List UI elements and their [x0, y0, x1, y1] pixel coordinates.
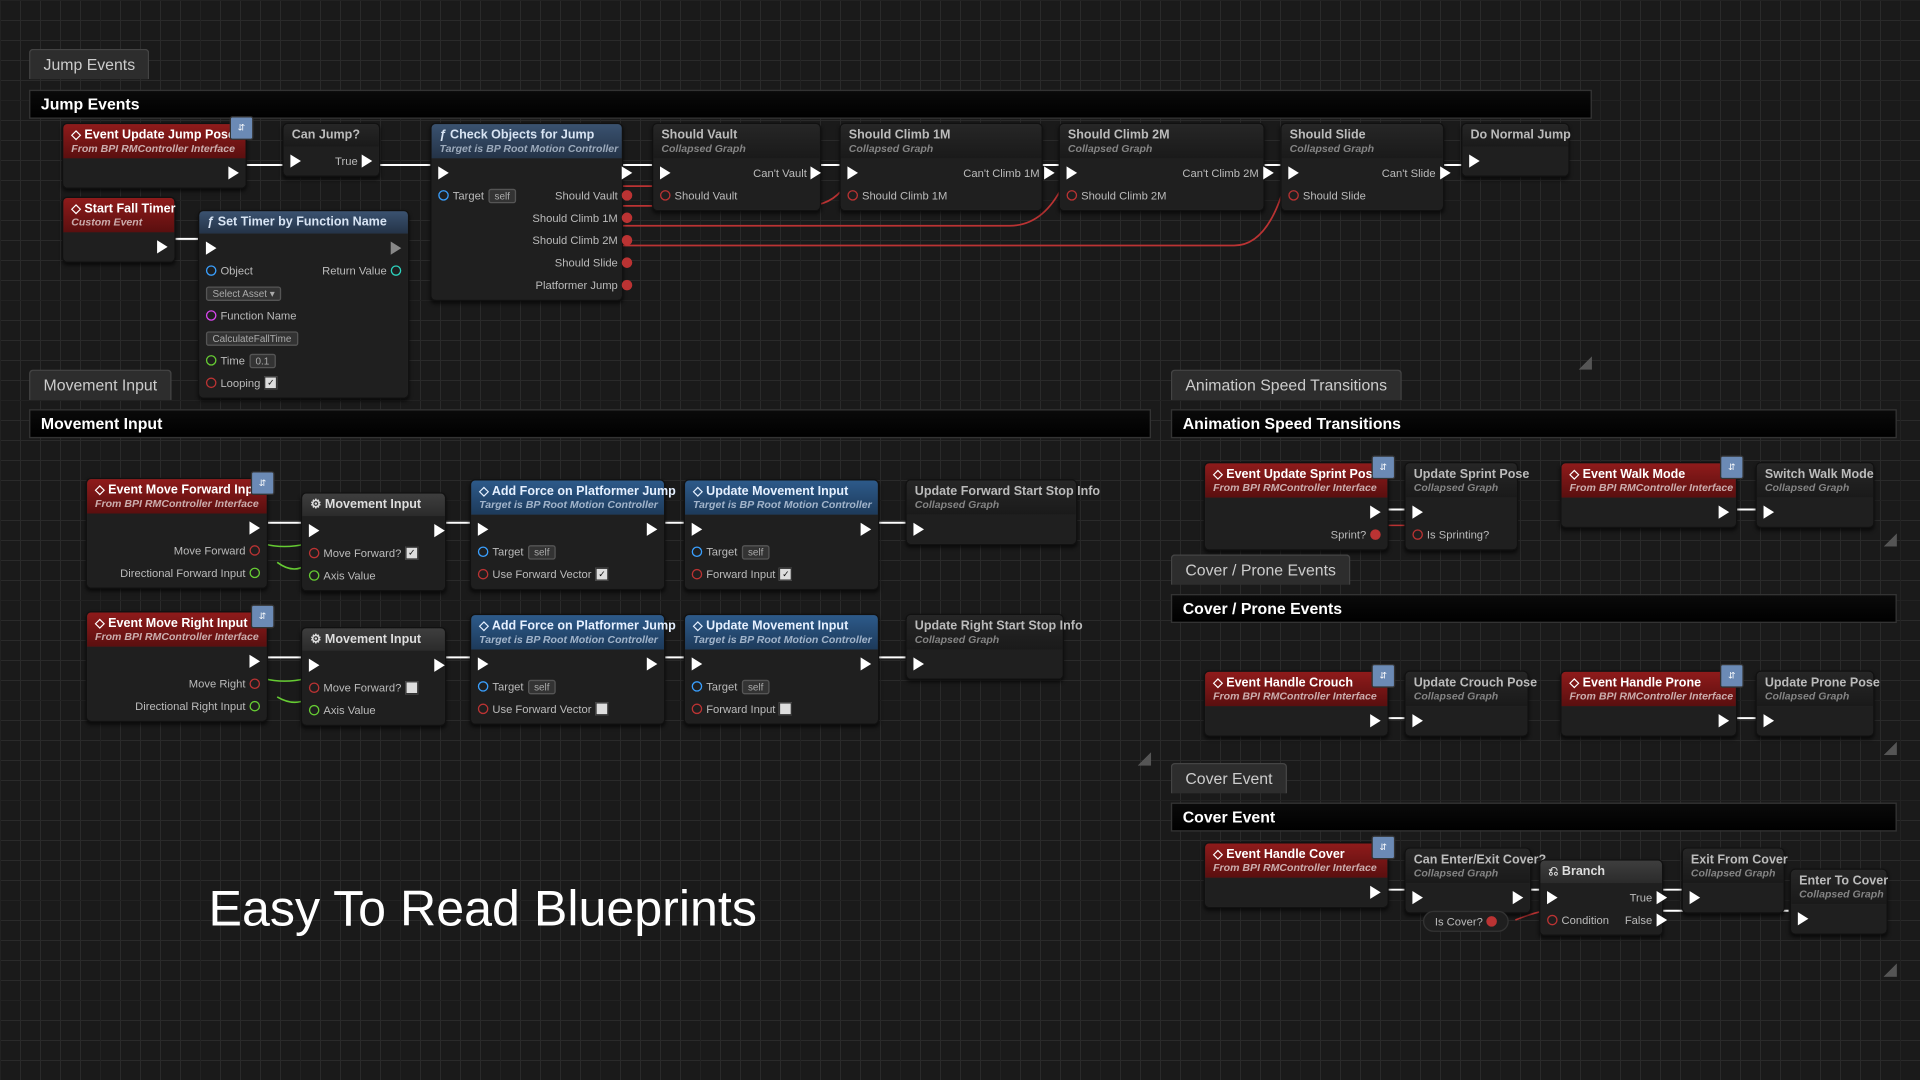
out-pin[interactable] [622, 213, 633, 224]
node-do-normal-jump[interactable]: Do Normal Jump [1461, 123, 1569, 177]
node-add-force-platformer-jump-rt[interactable]: ◇ Add Force on Platformer JumpTarget is … [470, 614, 665, 725]
node-update-movement-input-rt[interactable]: ◇ Update Movement InputTarget is BP Root… [684, 614, 879, 725]
out-pin[interactable] [622, 190, 633, 201]
interface-badge-icon: ⇵ [1720, 455, 1744, 479]
section-header-cover-event: Cover Event [1171, 803, 1897, 832]
tab-jump-events[interactable]: Jump Events [29, 49, 150, 79]
node-event-handle-crouch[interactable]: ⇵ ◇ Event Handle CrouchFrom BPI RMContro… [1204, 671, 1389, 737]
target-pin[interactable] [438, 190, 449, 201]
node-start-fall-timer[interactable]: ◇ Start Fall TimerCustom Event [62, 197, 176, 263]
node-event-update-jump-pose[interactable]: ⇵ ◇ Event Update Jump PoseFrom BPI RMCon… [62, 123, 247, 189]
out-pin[interactable] [622, 280, 633, 291]
interface-badge-icon: ⇵ [230, 116, 254, 140]
interface-badge-icon: ⇵ [1371, 664, 1395, 688]
interface-badge-icon: ⇵ [251, 605, 275, 629]
node-branch[interactable]: ⎌ Branch Condition True False [1539, 859, 1663, 936]
node-should-slide[interactable]: Should SlideCollapsed Graph Should Slide… [1280, 123, 1444, 211]
node-movement-input-rt[interactable]: ⚙ Movement Input Move Forward? Axis Valu… [301, 627, 446, 726]
node-update-movement-input-fwd[interactable]: ◇ Update Movement InputTarget is BP Root… [684, 479, 879, 590]
exec-in-pin[interactable] [290, 154, 301, 167]
checkbox-icon[interactable]: ✓ [264, 376, 277, 389]
resize-handle[interactable] [1579, 356, 1592, 369]
caption-text: Easy To Read Blueprints [209, 882, 757, 939]
node-switch-walk-mode[interactable]: Switch Walk ModeCollapsed Graph [1756, 462, 1875, 528]
resize-handle[interactable] [1138, 752, 1151, 765]
interface-badge-icon: ⇵ [1720, 664, 1744, 688]
exec-in-pin[interactable] [438, 166, 449, 179]
node-should-climb-1m[interactable]: Should Climb 1MCollapsed Graph Should Cl… [840, 123, 1043, 211]
node-is-cover[interactable]: Is Cover? [1423, 911, 1509, 932]
interface-badge-icon: ⇵ [1371, 836, 1395, 860]
node-event-move-forward-input[interactable]: ⇵ ◇ Event Move Forward InputFrom BPI RMC… [86, 478, 268, 589]
out-pin[interactable] [622, 235, 633, 246]
node-update-fwd-start-stop[interactable]: Update Forward Start Stop InfoCollapsed … [906, 479, 1078, 545]
node-should-vault[interactable]: Should VaultCollapsed Graph Should Vault… [652, 123, 821, 211]
node-event-walk-mode[interactable]: ⇵ ◇ Event Walk ModeFrom BPI RMController… [1560, 462, 1737, 528]
node-should-climb-2m[interactable]: Should Climb 2MCollapsed Graph Should Cl… [1059, 123, 1265, 211]
node-update-prone-pose[interactable]: Update Prone PoseCollapsed Graph [1756, 671, 1875, 737]
resize-handle[interactable] [1884, 964, 1897, 977]
node-event-update-sprint-pose[interactable]: ⇵ ◇ Event Update Sprint PoseFrom BPI RMC… [1204, 462, 1389, 550]
tab-cover-event[interactable]: Cover Event [1171, 763, 1287, 793]
resize-handle[interactable] [1884, 533, 1897, 546]
exec-out-pin[interactable] [228, 166, 239, 179]
section-header-anim-speed: Animation Speed Transitions [1171, 409, 1897, 438]
resize-handle[interactable] [1884, 742, 1897, 755]
node-can-enter-exit-cover[interactable]: Can Enter/Exit Cover?Collapsed Graph [1404, 847, 1531, 913]
node-exit-from-cover[interactable]: Exit From CoverCollapsed Graph [1682, 847, 1785, 913]
node-set-timer-by-function-name[interactable]: ƒ Set Timer by Function Name Object Sele… [198, 210, 409, 399]
tab-movement-input[interactable]: Movement Input [29, 370, 172, 400]
node-check-objects-for-jump[interactable]: ƒ Check Objects for JumpTarget is BP Roo… [430, 123, 623, 301]
node-enter-to-cover[interactable]: Enter To CoverCollapsed Graph [1790, 869, 1888, 935]
section-header-movement-input: Movement Input [29, 409, 1151, 438]
tab-cover-prone[interactable]: Cover / Prone Events [1171, 554, 1351, 584]
node-event-handle-prone[interactable]: ⇵ ◇ Event Handle ProneFrom BPI RMControl… [1560, 671, 1737, 737]
exec-out-pin[interactable] [622, 166, 633, 179]
node-update-crouch-pose[interactable]: Update Crouch PoseCollapsed Graph [1404, 671, 1528, 737]
interface-badge-icon: ⇵ [1371, 455, 1395, 479]
node-event-handle-cover[interactable]: ⇵ ◇ Event Handle CoverFrom BPI RMControl… [1204, 842, 1389, 908]
out-pin[interactable] [622, 257, 633, 268]
node-update-sprint-pose[interactable]: Update Sprint PoseCollapsed Graph Is Spr… [1404, 462, 1518, 550]
interface-badge-icon: ⇵ [251, 471, 275, 495]
node-can-jump[interactable]: Can Jump? True [282, 123, 380, 177]
section-header-cover-prone: Cover / Prone Events [1171, 594, 1897, 623]
node-event-move-right-input[interactable]: ⇵ ◇ Event Move Right InputFrom BPI RMCon… [86, 611, 268, 722]
node-movement-input-fwd[interactable]: ⚙ Movement Input Move Forward?✓ Axis Val… [301, 492, 446, 591]
section-header-jump-events: Jump Events [29, 90, 1592, 119]
exec-out-pin[interactable] [362, 154, 373, 167]
tab-anim-speed[interactable]: Animation Speed Transitions [1171, 370, 1402, 400]
node-add-force-platformer-jump-fwd[interactable]: ◇ Add Force on Platformer JumpTarget is … [470, 479, 665, 590]
node-update-rt-start-stop[interactable]: Update Right Start Stop InfoCollapsed Gr… [906, 614, 1064, 680]
